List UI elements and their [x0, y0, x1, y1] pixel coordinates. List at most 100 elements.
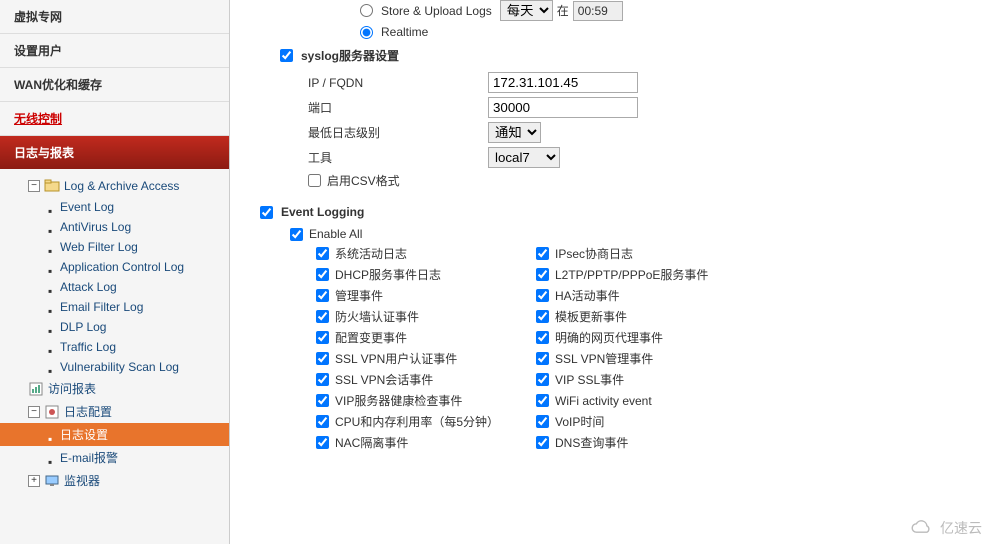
tree-item-log-settings[interactable]: ▪日志设置: [0, 423, 229, 446]
tree-label: Email Filter Log: [60, 300, 143, 314]
ip-input[interactable]: [488, 72, 638, 93]
evt-config-change: 配置变更事件: [316, 329, 516, 346]
tree-item-attack-log[interactable]: ▪Attack Log: [0, 277, 229, 297]
tree-item-vulnscan-log[interactable]: ▪Vulnerability Scan Log: [0, 357, 229, 377]
evt-checkbox[interactable]: [536, 394, 549, 407]
tree-node-log-config[interactable]: − 日志配置: [0, 400, 229, 423]
tree-item-event-log[interactable]: ▪Event Log: [0, 197, 229, 217]
tool-select[interactable]: local7: [488, 147, 560, 168]
evt-label: 防火墙认证事件: [335, 308, 419, 325]
evt-template: 模板更新事件: [536, 308, 756, 325]
radio-realtime-input[interactable]: [360, 26, 373, 39]
evt-checkbox[interactable]: [316, 373, 329, 386]
evt-dns: DNS查询事件: [536, 434, 756, 451]
level-label: 最低日志级别: [308, 124, 488, 141]
tree-item-traffic-log[interactable]: ▪Traffic Log: [0, 337, 229, 357]
evt-ha: HA活动事件: [536, 287, 756, 304]
tree-label: Attack Log: [60, 280, 117, 294]
tree-label: E-mail报警: [60, 449, 118, 466]
collapse-icon[interactable]: −: [28, 180, 40, 192]
bullet-icon: ▪: [48, 244, 54, 250]
tree-label: AntiVirus Log: [60, 220, 131, 234]
event-grid: 系统活动日志 IPsec协商日志 DHCP服务事件日志 L2TP/PPTP/PP…: [260, 245, 972, 451]
tree-item-email-alert[interactable]: ▪E-mail报警: [0, 446, 229, 469]
evt-checkbox[interactable]: [316, 331, 329, 344]
evt-checkbox[interactable]: [536, 268, 549, 281]
evt-label: SSL VPN管理事件: [555, 350, 653, 367]
enable-all-checkbox[interactable]: [290, 228, 303, 241]
tree-label: Web Filter Log: [60, 240, 138, 254]
sidebar-top-vpn[interactable]: 虚拟专网: [0, 0, 229, 34]
tree-label: Event Log: [60, 200, 114, 214]
collapse-icon[interactable]: −: [28, 406, 40, 418]
watermark: 亿速云: [908, 518, 982, 538]
evt-checkbox[interactable]: [536, 247, 549, 260]
evt-checkbox[interactable]: [316, 352, 329, 365]
bullet-icon: ▪: [48, 304, 54, 310]
bullet-icon: ▪: [48, 324, 54, 330]
ip-label: IP / FQDN: [308, 76, 488, 90]
tree-node-access-report[interactable]: 访问报表: [0, 377, 229, 400]
evt-checkbox[interactable]: [316, 436, 329, 449]
expand-icon[interactable]: +: [28, 475, 40, 487]
csv-label: 启用CSV格式: [327, 172, 400, 189]
time-frequency-select[interactable]: 每天: [500, 0, 553, 21]
evt-vip-health: VIP服务器健康检查事件: [316, 392, 516, 409]
evt-checkbox[interactable]: [316, 268, 329, 281]
evt-cpu-mem: CPU和内存利用率（每5分钟）: [316, 413, 516, 430]
report-icon: [28, 381, 44, 397]
evt-label: 模板更新事件: [555, 308, 627, 325]
evt-label: L2TP/PPTP/PPPoE服务事件: [555, 266, 708, 283]
evt-label: SSL VPN用户认证事件: [335, 350, 457, 367]
bullet-icon: ▪: [48, 264, 54, 270]
tree-item-appcontrol-log[interactable]: ▪Application Control Log: [0, 257, 229, 277]
port-input[interactable]: [488, 97, 638, 118]
evt-ipsec: IPsec协商日志: [536, 245, 756, 262]
evt-checkbox[interactable]: [536, 289, 549, 302]
evt-checkbox[interactable]: [536, 415, 549, 428]
evt-checkbox[interactable]: [316, 289, 329, 302]
level-select[interactable]: 通知: [488, 122, 541, 143]
folder-icon: [44, 178, 60, 194]
tree-node-monitor[interactable]: + 监视器: [0, 469, 229, 492]
tree-item-dlp-log[interactable]: ▪DLP Log: [0, 317, 229, 337]
tree-node-log-archive[interactable]: − Log & Archive Access: [0, 175, 229, 197]
evt-sslvpn-user: SSL VPN用户认证事件: [316, 350, 516, 367]
tree-item-emailfilter-log[interactable]: ▪ Email Filter Log: [0, 297, 229, 317]
tree-item-antivirus-log[interactable]: ▪AntiVirus Log: [0, 217, 229, 237]
evt-admin: 管理事件: [316, 287, 516, 304]
event-logging-section: Event Logging: [260, 205, 972, 219]
sidebar-top-wan[interactable]: WAN优化和缓存: [0, 68, 229, 102]
csv-checkbox[interactable]: [308, 174, 321, 187]
sidebar-section-log-report[interactable]: 日志与报表: [0, 136, 229, 169]
bullet-icon: ▪: [48, 344, 54, 350]
tree-label: 日志设置: [60, 426, 108, 443]
syslog-enable-checkbox[interactable]: [280, 49, 293, 62]
evt-checkbox[interactable]: [316, 247, 329, 260]
evt-label: IPsec协商日志: [555, 245, 633, 262]
sidebar-top-user[interactable]: 设置用户: [0, 34, 229, 68]
watermark-text: 亿速云: [940, 518, 982, 538]
evt-checkbox[interactable]: [536, 310, 549, 323]
evt-checkbox[interactable]: [316, 310, 329, 323]
time-value: 00:59: [573, 1, 623, 21]
tree-item-webfilter-log[interactable]: ▪ Web Filter Log: [0, 237, 229, 257]
radio-store-upload: Store & Upload Logs 每天 在 00:59: [260, 0, 972, 21]
event-logging-checkbox[interactable]: [260, 206, 273, 219]
evt-sslvpn-admin: SSL VPN管理事件: [536, 350, 756, 367]
evt-label: SSL VPN会话事件: [335, 371, 433, 388]
event-logging-title: Event Logging: [281, 205, 364, 219]
tool-label: 工具: [308, 149, 488, 166]
sidebar-top-wireless[interactable]: 无线控制: [0, 102, 229, 136]
evt-nac: NAC隔离事件: [316, 434, 516, 451]
evt-checkbox[interactable]: [536, 436, 549, 449]
evt-checkbox[interactable]: [536, 331, 549, 344]
radio-realtime: Realtime: [260, 25, 972, 39]
evt-checkbox[interactable]: [536, 352, 549, 365]
evt-checkbox[interactable]: [316, 415, 329, 428]
evt-checkbox[interactable]: [536, 373, 549, 386]
evt-checkbox[interactable]: [316, 394, 329, 407]
radio-store-upload-input[interactable]: [360, 4, 373, 17]
sidebar: 虚拟专网 设置用户 WAN优化和缓存 无线控制 日志与报表 − Log & Ar…: [0, 0, 230, 544]
tree-label: 监视器: [64, 472, 100, 489]
